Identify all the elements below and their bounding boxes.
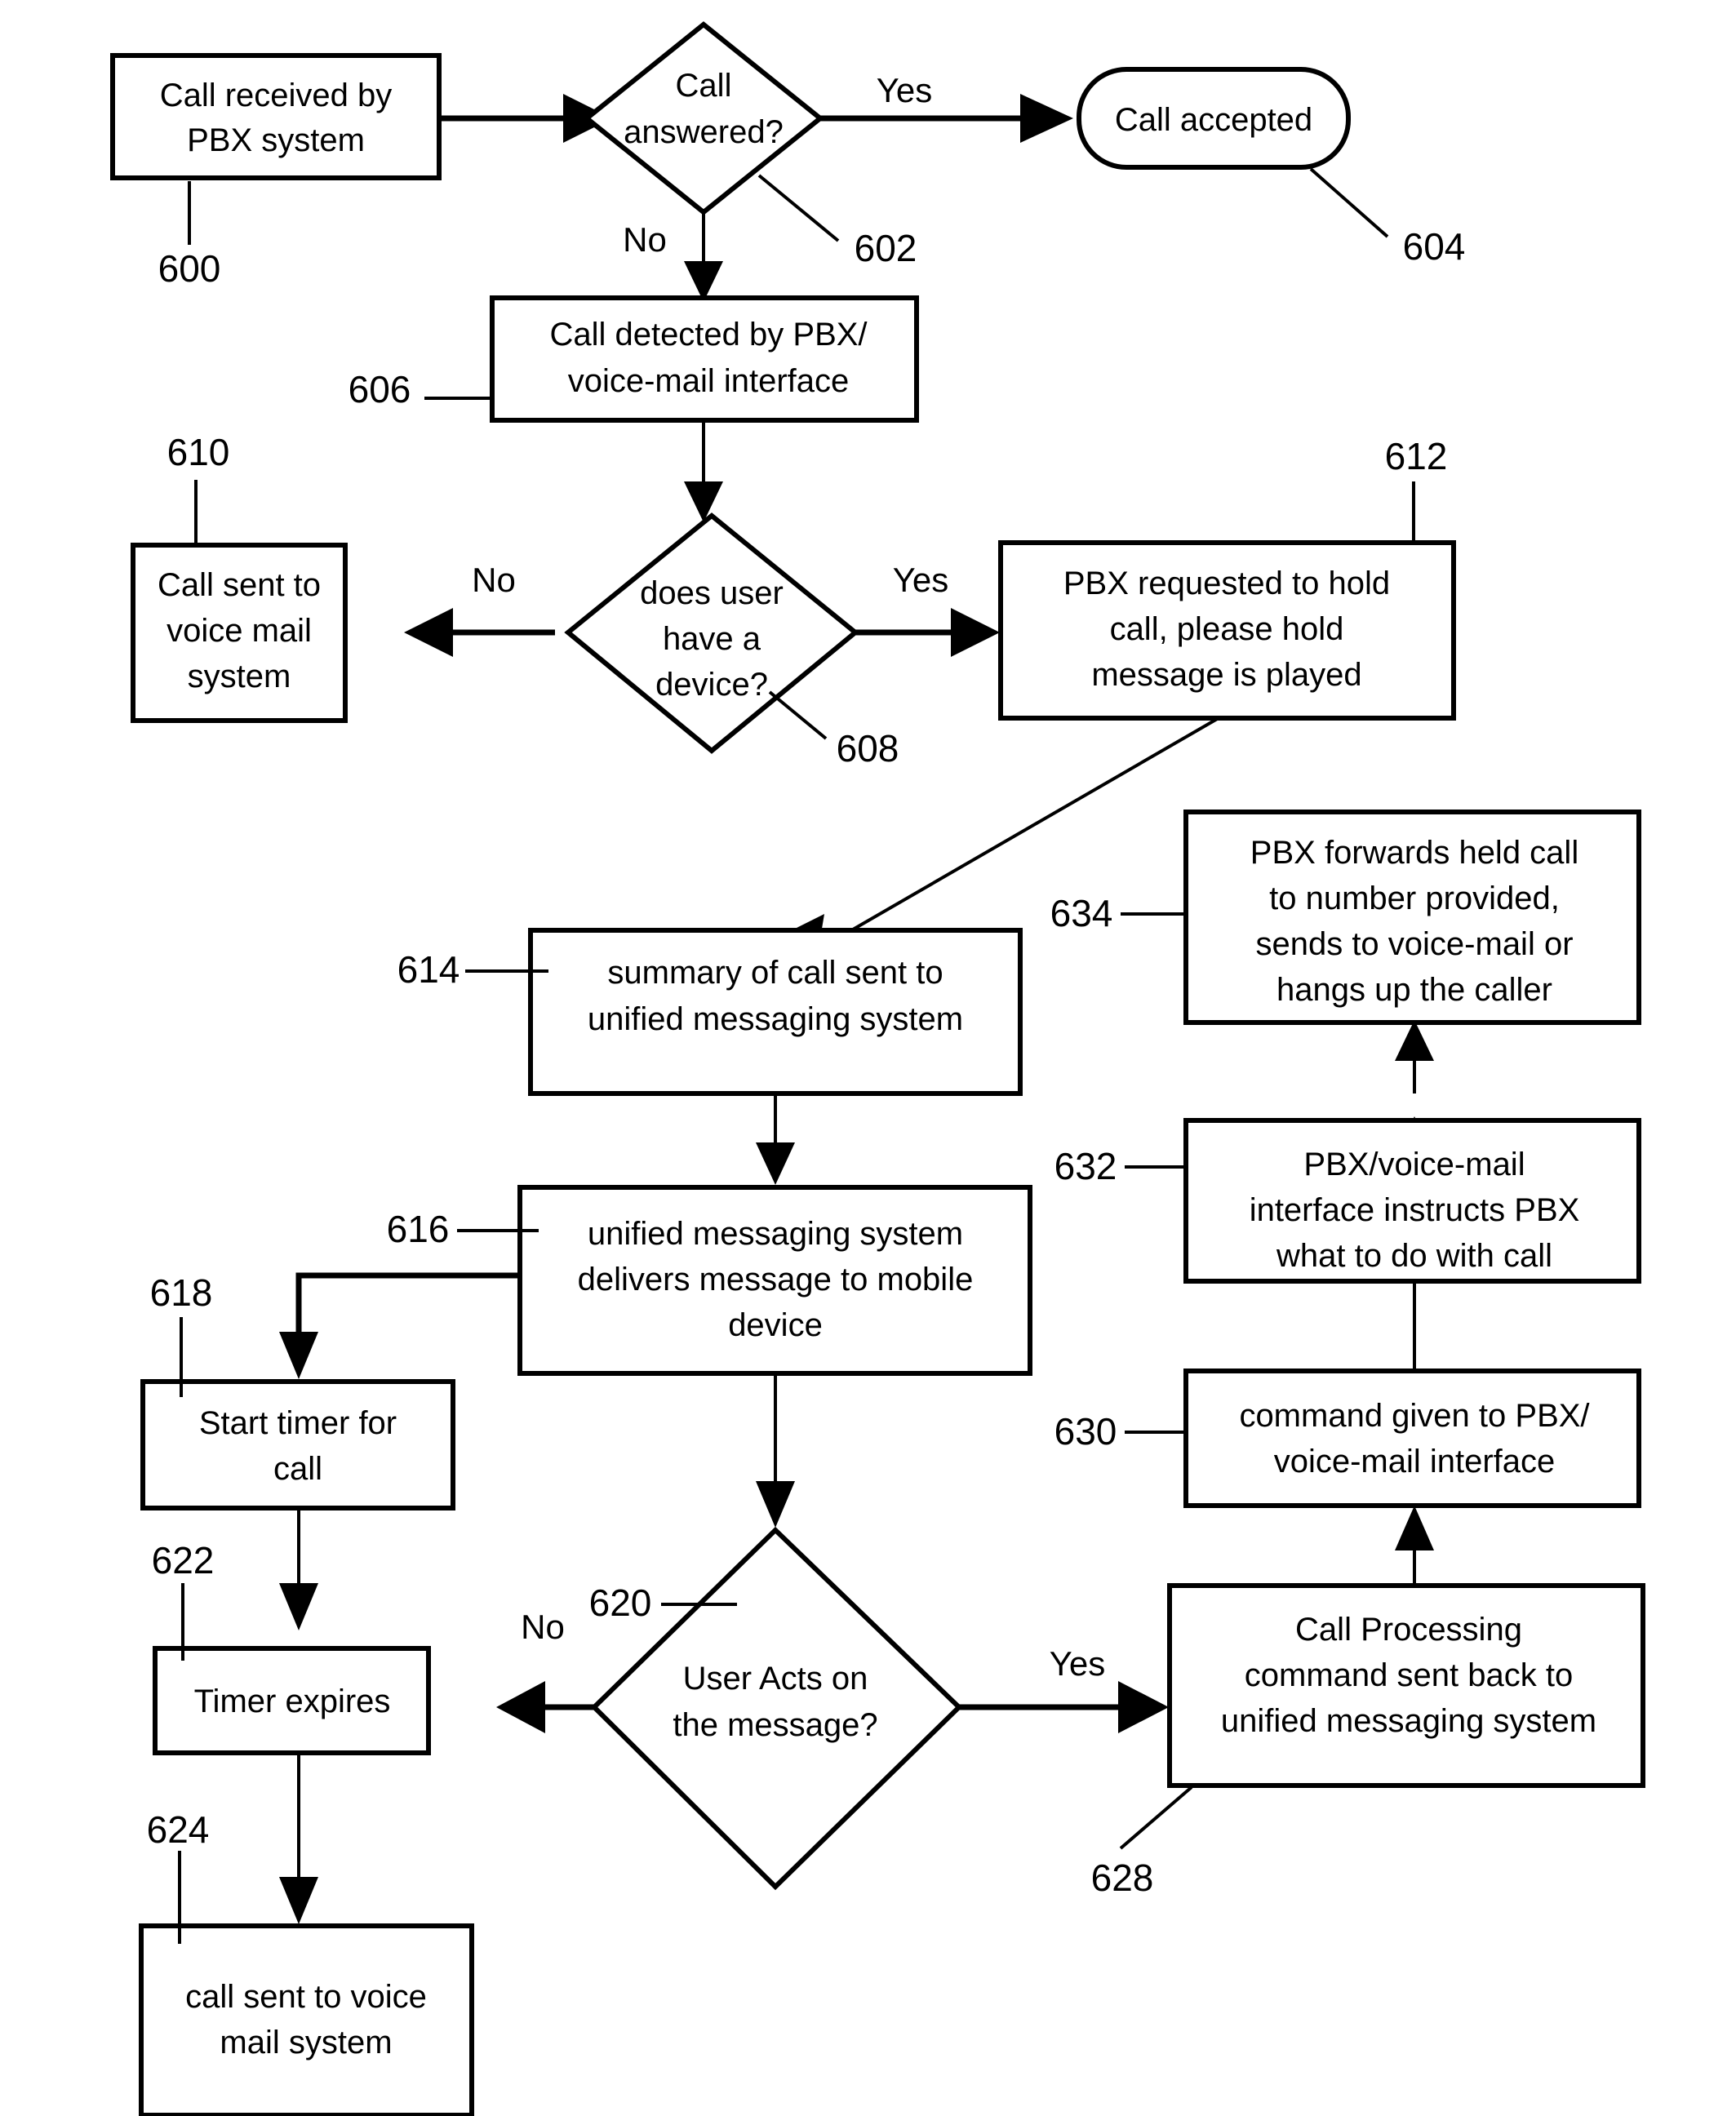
ref-610: 610 — [167, 431, 230, 473]
edge-label-device-yes: Yes — [893, 561, 949, 599]
node-616-line3: device — [728, 1307, 823, 1343]
edge-632-to-634 — [1395, 1020, 1434, 1093]
node-632-line2: interface instructs PBX — [1250, 1192, 1580, 1228]
node-608-line2: have a — [663, 621, 761, 657]
edge-616-to-620 — [756, 1373, 795, 1528]
node-624-line1: call sent to voice — [185, 1979, 427, 2015]
node-604-line1: Call accepted — [1115, 102, 1312, 138]
ref-612: 612 — [1385, 435, 1448, 477]
node-610-line1: Call sent to — [158, 567, 321, 603]
node-632-line1: PBX/voice-mail — [1303, 1147, 1525, 1182]
ref-634: 634 — [1050, 892, 1113, 934]
node-618-line2: call — [273, 1451, 322, 1487]
node-634-line3: sends to voice-mail or — [1255, 926, 1573, 962]
node-630-line1: command given to PBX/ — [1239, 1398, 1590, 1434]
node-616-line1: unified messaging system — [588, 1216, 963, 1252]
node-632-line3: what to do with call — [1276, 1238, 1552, 1274]
node-628-line2: command sent back to — [1245, 1657, 1573, 1693]
node-612-line1: PBX requested to hold — [1063, 566, 1390, 601]
edge-620-to-622-no — [496, 1681, 596, 1733]
ref-624: 624 — [147, 1808, 210, 1851]
node-618-start-timer — [140, 1379, 455, 1510]
node-614-line2: unified messaging system — [588, 1001, 963, 1037]
node-616-line2: delivers message to mobile — [578, 1262, 974, 1298]
edge-label-answered-yes: Yes — [877, 71, 933, 109]
node-622-line1: Timer expires — [194, 1683, 391, 1719]
edge-label-acts-no: No — [521, 1608, 565, 1646]
node-604-label: Call accepted — [1115, 102, 1312, 138]
leader-608 — [768, 690, 828, 740]
node-610-line2: voice mail — [166, 613, 312, 649]
node-618-line1: Start timer for — [199, 1405, 397, 1441]
node-606-line1: Call detected by PBX/ — [549, 317, 868, 353]
edge-618-to-622 — [279, 1506, 318, 1630]
edge-608-to-612-yes — [853, 608, 1000, 657]
edge-label-acts-yes: Yes — [1050, 1644, 1106, 1683]
flowchart-svg: Call received by PBX system Call answere… — [110, 21, 1645, 2116]
node-620-line2: the message? — [673, 1707, 877, 1743]
ref-630: 630 — [1054, 1410, 1117, 1453]
flowchart-canvas: Call received by PBX system Call answere… — [0, 0, 1736, 2116]
ref-604: 604 — [1403, 225, 1466, 268]
ref-620: 620 — [589, 1581, 652, 1624]
edge-label-device-no: No — [472, 561, 516, 599]
ref-616: 616 — [387, 1208, 450, 1250]
ref-602: 602 — [855, 227, 917, 269]
node-612-line2: call, please hold — [1110, 611, 1344, 647]
ref-614: 614 — [397, 948, 460, 991]
node-624-line2: mail system — [220, 2025, 392, 2061]
node-610-line3: system — [188, 659, 291, 694]
ref-600: 600 — [158, 247, 221, 290]
node-600-line2: PBX system — [187, 122, 365, 158]
node-630-command-given — [1183, 1369, 1641, 1508]
node-608-line3: device? — [655, 667, 768, 703]
edge-620-to-628-yes — [957, 1681, 1169, 1733]
edge-614-to-616 — [756, 1091, 795, 1185]
node-634-line4: hangs up the caller — [1276, 972, 1552, 1008]
leader-628 — [1119, 1786, 1193, 1850]
node-634-line1: PBX forwards held call — [1250, 835, 1578, 871]
ref-632: 632 — [1054, 1145, 1117, 1187]
edge-622-to-624 — [279, 1753, 318, 1924]
node-620-line1: User Acts on — [683, 1661, 868, 1697]
node-634-line2: to number provided, — [1269, 881, 1560, 916]
node-630-line2: voice-mail interface — [1274, 1444, 1556, 1479]
ref-608: 608 — [837, 727, 899, 770]
node-600-call-received — [110, 53, 442, 180]
node-612-line3: message is played — [1091, 657, 1361, 693]
node-606-line2: voice-mail interface — [568, 363, 850, 399]
node-624-call-sent-voicemail-2 — [139, 1923, 474, 2116]
edge-606-to-608 — [684, 418, 723, 522]
leader-604 — [1309, 167, 1389, 238]
edge-label-answered-no: No — [623, 220, 667, 259]
node-628-line3: unified messaging system — [1221, 1703, 1596, 1739]
node-602-line1: Call — [676, 68, 732, 104]
edge-608-to-610-no — [404, 608, 555, 657]
edge-602-to-604-yes — [820, 94, 1073, 143]
node-612-label: PBX requested to hold call, please hold … — [1063, 566, 1390, 693]
node-608-line1: does user — [640, 575, 784, 611]
ref-618: 618 — [150, 1271, 213, 1314]
node-602-line2: answered? — [624, 114, 784, 150]
ref-622: 622 — [152, 1539, 215, 1581]
ref-628: 628 — [1091, 1856, 1154, 1899]
node-622-label: Timer expires — [194, 1683, 391, 1719]
node-614-line1: summary of call sent to — [607, 955, 943, 991]
edge-602-to-606-no — [684, 211, 723, 302]
node-600-line1: Call received by — [160, 78, 393, 113]
node-628-line1: Call Processing — [1295, 1612, 1522, 1648]
leader-602 — [757, 174, 840, 242]
edge-616-to-618 — [279, 1272, 522, 1379]
ref-606: 606 — [349, 368, 411, 410]
